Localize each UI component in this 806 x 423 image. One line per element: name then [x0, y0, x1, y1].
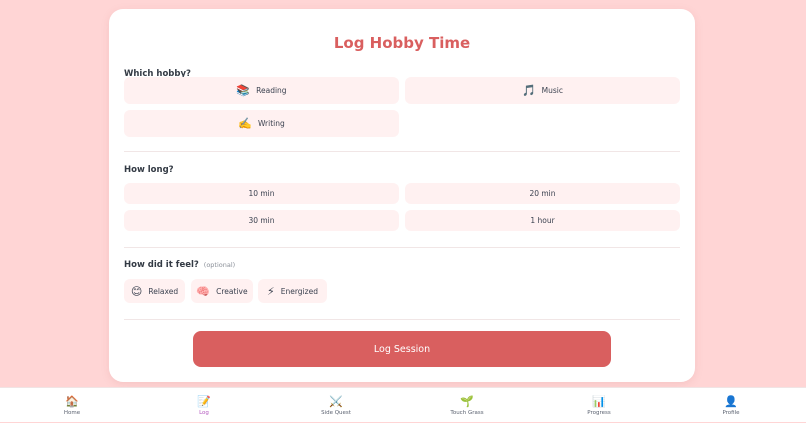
books-icon: 📚 [236, 84, 251, 97]
feel-section-label: How did it feel? (optional) [124, 260, 235, 270]
nav-item-side-quest[interactable]: ⚔️ Side Quest [296, 388, 376, 423]
nav-item-label: Side Quest [321, 410, 351, 416]
duration-option-10-min[interactable]: 10 min [124, 183, 399, 204]
feel-option-label: Energized [280, 286, 318, 296]
nav-item-touch-grass[interactable]: 🌱 Touch Grass [427, 388, 507, 423]
log-hobby-card: Log Hobby Time Which hobby? 📚 Reading 🎵 … [109, 9, 695, 382]
log-session-button[interactable]: Log Session [193, 331, 611, 367]
seedling-icon: 🌱 [460, 395, 474, 408]
nav-item-label: Profile [722, 410, 740, 416]
feel-label-text: How did it feel? [124, 260, 199, 270]
feel-option-label: Creative [216, 286, 248, 296]
bar-chart-icon: 📊 [592, 395, 606, 408]
hobby-option-reading[interactable]: 📚 Reading [124, 77, 399, 104]
nav-item-progress[interactable]: 📊 Progress [559, 388, 639, 423]
nav-item-profile[interactable]: 👤 Profile [691, 388, 771, 423]
music-note-icon: 🎵 [521, 84, 536, 97]
divider [124, 151, 680, 152]
divider [124, 319, 680, 320]
hobby-option-writing[interactable]: ✍️ Writing [124, 110, 399, 137]
house-icon: 🏠 [65, 395, 79, 408]
hobby-option-label: Reading [256, 86, 287, 95]
duration-section-label: How long? [124, 165, 174, 175]
person-icon: 👤 [724, 395, 738, 408]
bottom-nav: 🏠 Home 📝 Log ⚔️ Side Quest 🌱 Touch Grass… [0, 387, 806, 422]
divider [124, 247, 680, 248]
feel-option-energized[interactable]: ⚡ Energized [258, 279, 327, 303]
smile-icon: 😊 [130, 284, 143, 298]
duration-option-30-min[interactable]: 30 min [124, 210, 399, 231]
duration-option-1-hour[interactable]: 1 hour [405, 210, 680, 231]
crossed-swords-icon: ⚔️ [329, 395, 343, 408]
brain-icon: 🧠 [196, 284, 211, 298]
nav-item-log[interactable]: 📝 Log [164, 388, 244, 423]
hobby-option-label: Music [541, 86, 564, 95]
duration-option-20-min[interactable]: 20 min [405, 183, 680, 204]
feel-option-label: Relaxed [148, 286, 179, 296]
writing-hand-icon: ✍️ [238, 117, 252, 130]
hobby-option-label: Writing [257, 119, 285, 128]
hobby-option-music[interactable]: 🎵 Music [405, 77, 680, 104]
nav-item-label: Home [63, 410, 81, 416]
lightning-icon: ⚡ [267, 284, 275, 298]
nav-item-label: Log [199, 410, 209, 416]
optional-hint: (optional) [203, 261, 236, 269]
nav-item-label: Touch Grass [450, 410, 484, 416]
memo-icon: 📝 [197, 395, 211, 408]
feel-option-relaxed[interactable]: 😊 Relaxed [124, 279, 185, 303]
feel-option-creative[interactable]: 🧠 Creative [191, 279, 253, 303]
nav-item-home[interactable]: 🏠 Home [32, 388, 112, 423]
nav-item-label: Progress [587, 410, 611, 416]
page-title: Log Hobby Time [333, 34, 471, 52]
